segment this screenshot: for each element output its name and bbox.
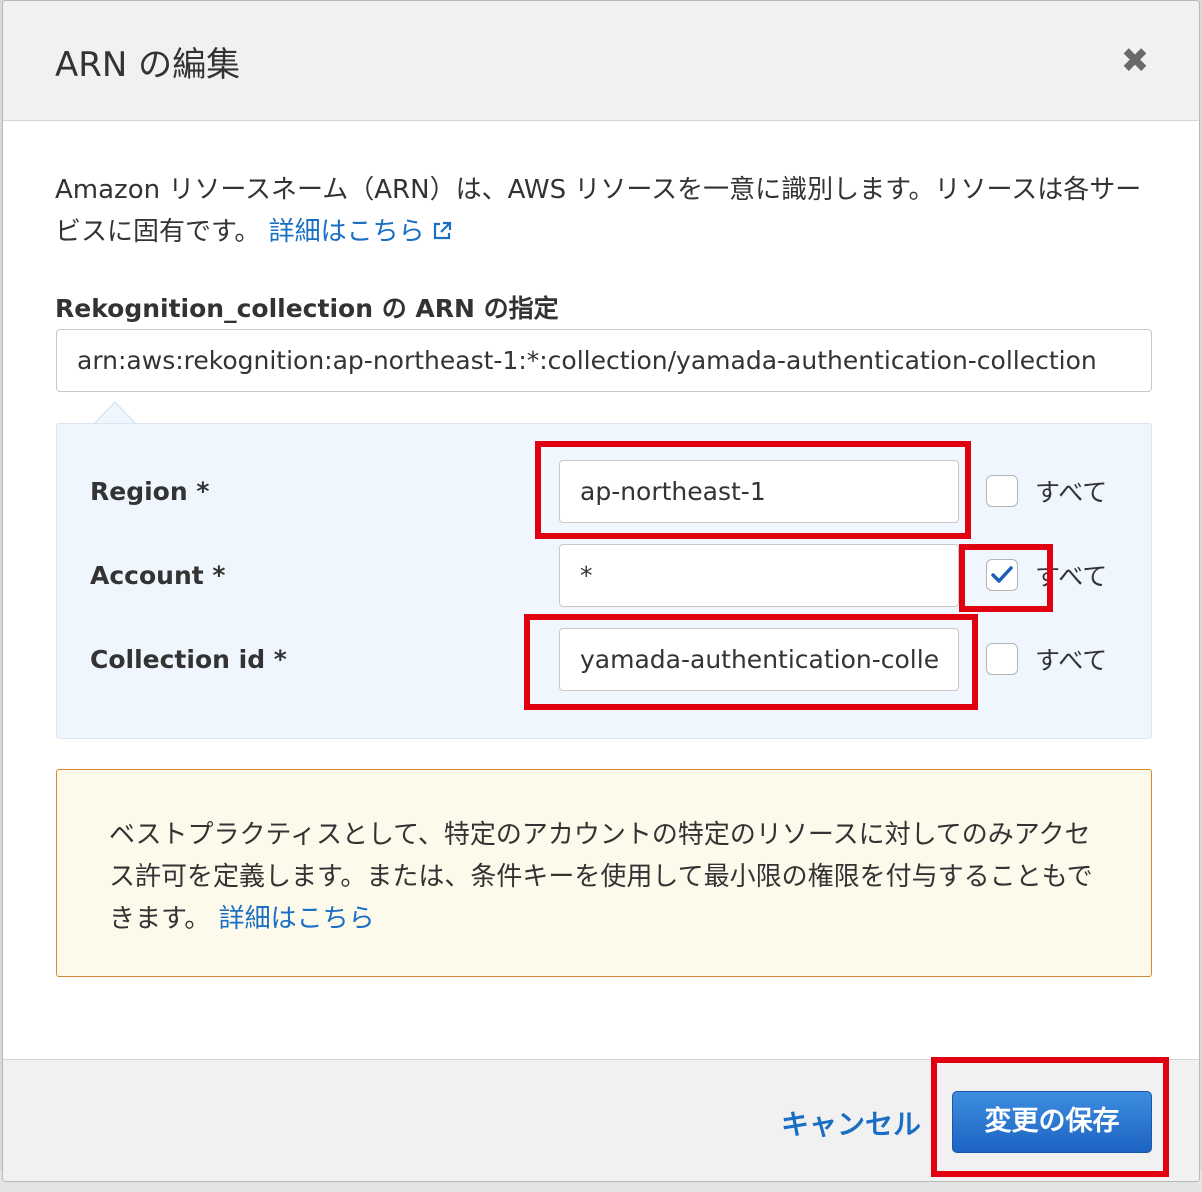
description-text: Amazon リソースネーム（ARN）は、AWS リソースを一意に識別します。リ… <box>55 175 1142 247</box>
region-all-checkbox[interactable] <box>986 475 1018 507</box>
dialog-title: ARN の編集 <box>55 45 241 85</box>
edit-arn-dialog: ARN の編集 ✖ Amazon リソースネーム（ARN）は、AWS リソースを… <box>2 0 1200 1182</box>
account-label: Account * <box>90 561 226 590</box>
external-link-icon <box>431 213 453 255</box>
collection-id-input[interactable]: yamada-authentication-colle <box>559 628 959 691</box>
learn-more-link-label: 詳細はこちら <box>268 217 425 247</box>
arn-input[interactable]: arn:aws:rekognition:ap-northeast-1:*:col… <box>56 329 1152 392</box>
region-all-label: すべて <box>1035 478 1108 507</box>
notice-learn-more-link[interactable]: 詳細はこちら <box>219 904 375 934</box>
close-icon[interactable]: ✖ <box>1115 41 1155 81</box>
region-input[interactable]: ap-northeast-1 <box>559 460 959 523</box>
dialog-description: Amazon リソースネーム（ARN）は、AWS リソースを一意に識別します。リ… <box>55 169 1165 255</box>
best-practice-notice: ベストプラクティスとして、特定のアカウントの特定のリソースに対してのみアクセス許… <box>56 769 1152 977</box>
cancel-button[interactable]: キャンセル <box>781 1103 921 1143</box>
notice-text-block: ベストプラクティスとして、特定のアカウントの特定のリソースに対してのみアクセス許… <box>109 814 1099 940</box>
account-input[interactable]: * <box>559 544 959 607</box>
region-label: Region * <box>90 477 210 506</box>
learn-more-link[interactable]: 詳細はこちら <box>269 217 453 247</box>
account-all-checkbox[interactable] <box>986 559 1018 591</box>
collection-id-all-label: すべて <box>1035 646 1108 675</box>
builder-caret-fill <box>95 403 135 424</box>
arn-field-label: Rekognition_collection の ARN の指定 <box>55 294 559 323</box>
collection-id-label: Collection id * <box>90 645 287 674</box>
account-all-label: すべて <box>1035 562 1108 591</box>
save-changes-button[interactable]: 変更の保存 <box>952 1091 1152 1153</box>
collection-id-all-checkbox[interactable] <box>986 643 1018 675</box>
checkmark-icon <box>991 566 1013 583</box>
dialog-header: ARN の編集 ✖ <box>3 1 1199 121</box>
